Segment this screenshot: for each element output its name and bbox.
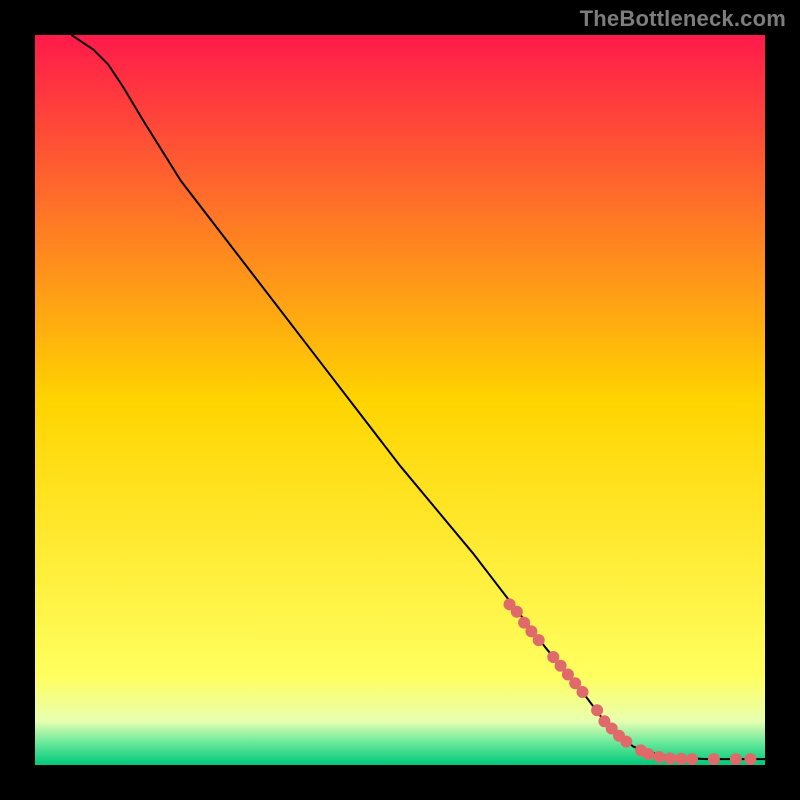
marker-point [620, 736, 632, 748]
chart-frame: TheBottleneck.com [0, 0, 800, 800]
watermark-text: TheBottleneck.com [580, 6, 786, 32]
gradient-background [35, 35, 765, 765]
marker-point [730, 753, 742, 765]
marker-point [533, 634, 545, 646]
marker-point [744, 753, 756, 765]
marker-point [675, 753, 687, 765]
chart-svg [35, 35, 765, 765]
marker-point [664, 752, 676, 764]
plot-area [35, 35, 765, 765]
marker-point [577, 686, 589, 698]
marker-point [686, 753, 698, 765]
marker-point [642, 748, 654, 760]
marker-point [591, 704, 603, 716]
marker-point [511, 606, 523, 618]
marker-point [653, 751, 665, 763]
marker-point [708, 753, 720, 765]
